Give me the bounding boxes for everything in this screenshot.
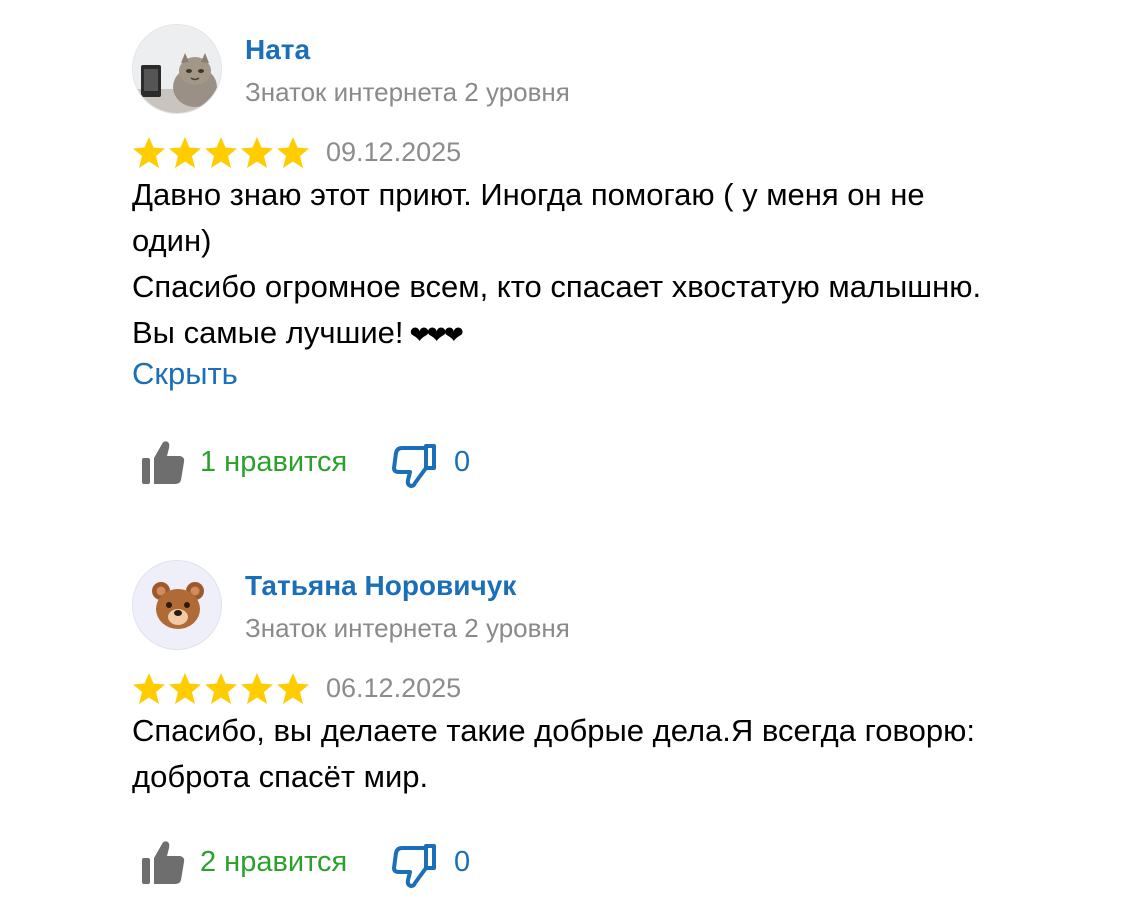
review-date: 09.12.2025 (326, 137, 462, 167)
review-text: Спасибо, вы делаете такие добрые дела.Я … (132, 708, 1012, 800)
author-name[interactable]: Ната (245, 34, 310, 66)
hide-link[interactable]: Скрыть (132, 354, 238, 394)
star-icon (241, 137, 273, 168)
like-count: 1 нравится (200, 446, 348, 478)
star-icon (205, 137, 237, 168)
thumbs-down-icon[interactable] (390, 440, 438, 488)
review-card: Ната Знаток интернета 2 уровня 09.12.202… (132, 24, 1032, 488)
thumbs-up-icon[interactable] (140, 438, 186, 486)
star-icon (169, 673, 201, 704)
star-rating (132, 136, 312, 170)
hearts-icon: ❤❤❤ (409, 322, 464, 349)
cat-photo-icon (133, 25, 221, 113)
review-text-line: Спасибо огромное всем, кто спасает хвост… (132, 269, 982, 350)
review-header: Ната Знаток интернета 2 уровня (132, 24, 1032, 114)
author-name[interactable]: Татьяна Норовичук (245, 570, 516, 602)
thumbs-up-icon[interactable] (140, 838, 186, 886)
dislike-count: 0 (454, 846, 471, 878)
star-icon (277, 137, 309, 168)
like-count: 2 нравится (200, 846, 348, 878)
star-icon (241, 673, 273, 704)
star-icon (277, 673, 309, 704)
review-header: Татьяна Норовичук Знаток интернета 2 уро… (132, 560, 1032, 650)
dislike-count: 0 (454, 446, 471, 478)
star-icon (205, 673, 237, 704)
star-icons (133, 673, 309, 704)
bear-emoji-icon (152, 582, 204, 629)
review-text: Давно знаю этот приют. Иногда помогаю ( … (132, 172, 1012, 359)
review-card: Татьяна Норовичук Знаток интернета 2 уро… (132, 560, 1032, 888)
star-icons (133, 137, 309, 168)
avatar[interactable] (132, 560, 222, 650)
star-icon (133, 673, 165, 704)
review-text-line: Спасибо, вы делаете такие добрые дела.Я … (132, 713, 975, 794)
thumbs-down-icon[interactable] (390, 840, 438, 888)
star-icon (133, 137, 165, 168)
avatar[interactable] (132, 24, 222, 114)
star-icon (169, 137, 201, 168)
author-level: Знаток интернета 2 уровня (245, 77, 570, 107)
author-level: Знаток интернета 2 уровня (245, 613, 570, 643)
review-text-line: Давно знаю этот приют. Иногда помогаю ( … (132, 177, 925, 258)
star-rating (132, 672, 312, 706)
review-date: 06.12.2025 (326, 673, 462, 703)
